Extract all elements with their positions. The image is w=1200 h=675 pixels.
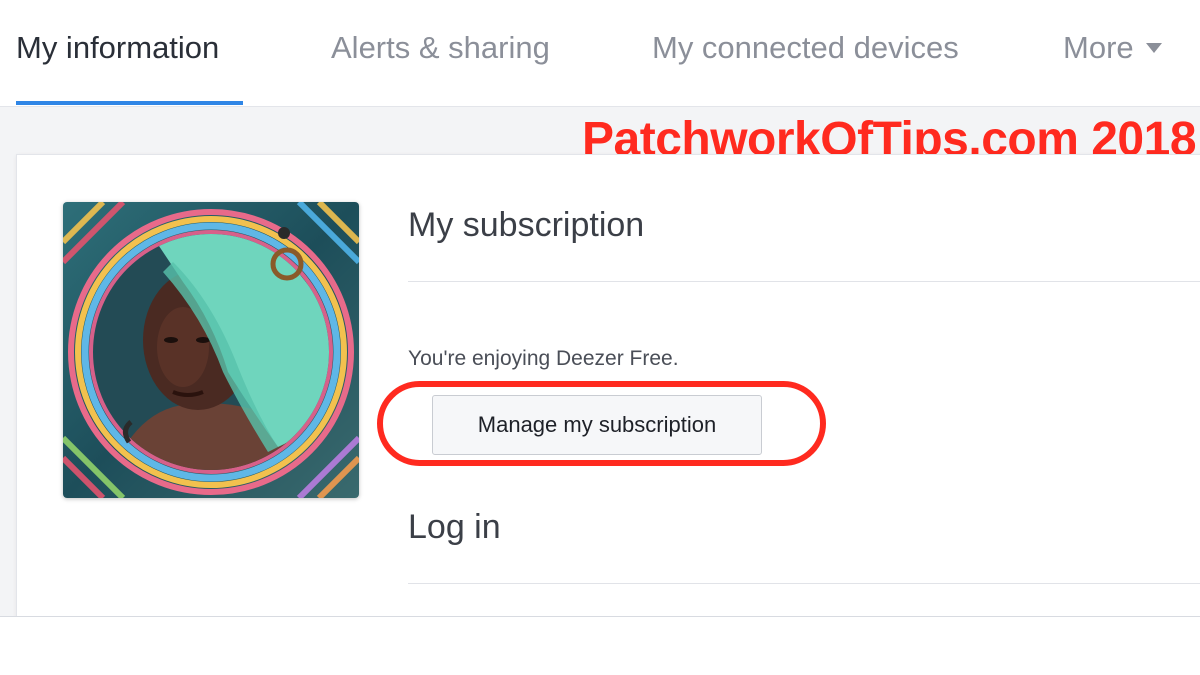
tab-label: More [1063,30,1134,65]
tab-label: My information [16,30,220,65]
profile-photo-icon [63,202,359,498]
tab-label: My connected devices [652,30,959,65]
tab-label: Alerts & sharing [331,30,550,65]
subscription-status: You're enjoying Deezer Free. [408,347,679,370]
subscription-title: My subscription [408,206,645,244]
chevron-down-icon [1145,43,1162,53]
divider [408,281,1200,282]
tab-more[interactable]: More [1063,30,1162,66]
page-footer-area [0,616,1200,675]
avatar[interactable] [63,202,359,498]
tab-connected-devices[interactable]: My connected devices [652,30,959,66]
divider [408,583,1200,584]
active-tab-indicator [16,101,243,105]
tab-my-information[interactable]: My information [16,30,219,66]
top-navigation: My information Alerts & sharing My conne… [0,0,1200,107]
manage-subscription-button[interactable]: Manage my subscription [432,395,762,455]
login-title: Log in [408,508,501,546]
tab-alerts-sharing[interactable]: Alerts & sharing [331,30,550,66]
account-settings-page: My information Alerts & sharing My conne… [0,0,1200,675]
